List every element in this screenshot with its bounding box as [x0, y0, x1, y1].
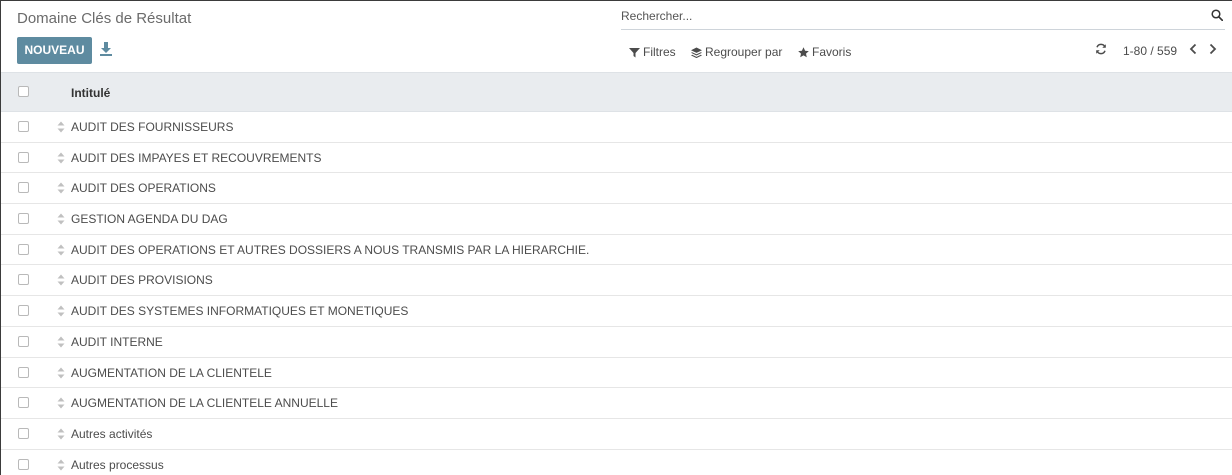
table-row[interactable]: AUDIT INTERNE: [1, 326, 1232, 358]
drag-handle-icon[interactable]: [57, 121, 65, 133]
row-label: Autres activités: [71, 426, 153, 441]
row-label: AUGMENTATION DE LA CLIENTELE: [71, 365, 272, 380]
table-row[interactable]: AUDIT DES OPERATIONS ET AUTRES DOSSIERS …: [1, 234, 1232, 266]
group-by-dropdown[interactable]: Regrouper par: [691, 44, 782, 60]
table-row[interactable]: AUDIT DES SYSTEMES INFORMATIQUES ET MONE…: [1, 296, 1232, 327]
drag-handle-icon[interactable]: [57, 305, 65, 317]
row-label: AUDIT DES FOURNISSEURS: [71, 120, 234, 134]
favorites-label: Favoris: [812, 45, 852, 59]
row-checkbox[interactable]: [18, 335, 29, 347]
row-checkbox[interactable]: [18, 213, 29, 225]
layers-icon: [691, 47, 702, 58]
row-label: AUDIT DES SYSTEMES INFORMATIQUES ET MONE…: [71, 304, 409, 319]
search-icon[interactable]: [1211, 9, 1223, 21]
filter-icon: [629, 47, 640, 57]
drag-handle-icon[interactable]: [57, 336, 65, 348]
refresh-icon[interactable]: [1095, 43, 1107, 55]
drag-handle-icon[interactable]: [57, 152, 65, 164]
list-header: Intitulé: [1, 72, 1232, 112]
row-checkbox[interactable]: [18, 305, 29, 317]
table-row[interactable]: Autres activités: [1, 418, 1232, 450]
table-row[interactable]: AUDIT DES OPERATIONS: [1, 173, 1232, 205]
drag-handle-icon[interactable]: [57, 213, 65, 225]
star-icon: [798, 46, 809, 57]
drag-handle-icon[interactable]: [57, 274, 65, 286]
table-row[interactable]: AUDIT DES PROVISIONS: [1, 265, 1232, 297]
drag-handle-icon[interactable]: [57, 459, 65, 471]
row-checkbox[interactable]: [18, 182, 29, 194]
chevron-left-icon[interactable]: [1188, 43, 1198, 55]
row-checkbox[interactable]: [18, 366, 29, 378]
search-input[interactable]: [621, 4, 1201, 28]
row-checkbox[interactable]: [18, 458, 29, 470]
list-body: AUDIT DES FOURNISSEURS AUDIT DES IMPAYES…: [1, 112, 1232, 475]
row-label: AUDIT INTERNE: [71, 334, 163, 349]
pager-value[interactable]: 1-80 / 559: [1123, 44, 1177, 58]
drag-handle-icon[interactable]: [57, 244, 65, 256]
row-label: AUGMENTATION DE LA CLIENTELE ANNUELLE: [71, 396, 338, 411]
row-label: AUDIT DES OPERATIONS ET AUTRES DOSSIERS …: [71, 242, 590, 257]
favorites-dropdown[interactable]: Favoris: [798, 44, 851, 60]
page-title: Domaine Clés de Résultat: [17, 10, 192, 27]
row-label: AUDIT DES IMPAYES ET RECOUVREMENTS: [71, 150, 322, 165]
column-header-intitule[interactable]: Intitulé: [71, 86, 110, 100]
drag-handle-icon[interactable]: [57, 428, 65, 440]
drag-handle-icon[interactable]: [57, 397, 65, 409]
table-row[interactable]: AUDIT DES IMPAYES ET RECOUVREMENTS: [1, 142, 1232, 174]
select-all-checkbox[interactable]: [18, 86, 29, 97]
search-bar: [621, 4, 1225, 30]
drag-handle-icon[interactable]: [57, 182, 65, 194]
row-checkbox[interactable]: [18, 243, 29, 255]
filters-label: Filtres: [643, 45, 676, 59]
row-label: AUDIT DES OPERATIONS: [71, 181, 216, 196]
row-label: Autres processus: [71, 457, 164, 472]
table-row[interactable]: AUGMENTATION DE LA CLIENTELE: [1, 357, 1232, 389]
chevron-right-icon[interactable]: [1208, 43, 1218, 55]
drag-handle-icon[interactable]: [57, 367, 65, 379]
control-panel: Domaine Clés de Résultat NOUVEAU Filtres…: [1, 1, 1232, 72]
download-icon[interactable]: [99, 41, 113, 57]
row-checkbox[interactable]: [18, 121, 29, 132]
list-view: Intitulé AUDIT DES FOURNISSEURS AUDIT DE…: [1, 72, 1232, 475]
filters-dropdown[interactable]: Filtres: [629, 44, 676, 60]
table-row[interactable]: AUGMENTATION DE LA CLIENTELE ANNUELLE: [1, 388, 1232, 419]
group-by-label: Regrouper par: [705, 45, 783, 59]
row-label: AUDIT DES PROVISIONS: [71, 273, 213, 288]
row-checkbox[interactable]: [18, 274, 29, 286]
table-row[interactable]: GESTION AGENDA DU DAG: [1, 204, 1232, 235]
table-row[interactable]: AUDIT DES FOURNISSEURS: [1, 112, 1232, 143]
row-checkbox[interactable]: [18, 397, 29, 409]
row-checkbox[interactable]: [18, 427, 29, 439]
new-button[interactable]: NOUVEAU: [17, 37, 92, 64]
row-checkbox[interactable]: [18, 151, 29, 163]
table-row[interactable]: Autres processus: [1, 449, 1232, 475]
row-label: GESTION AGENDA DU DAG: [71, 212, 228, 227]
